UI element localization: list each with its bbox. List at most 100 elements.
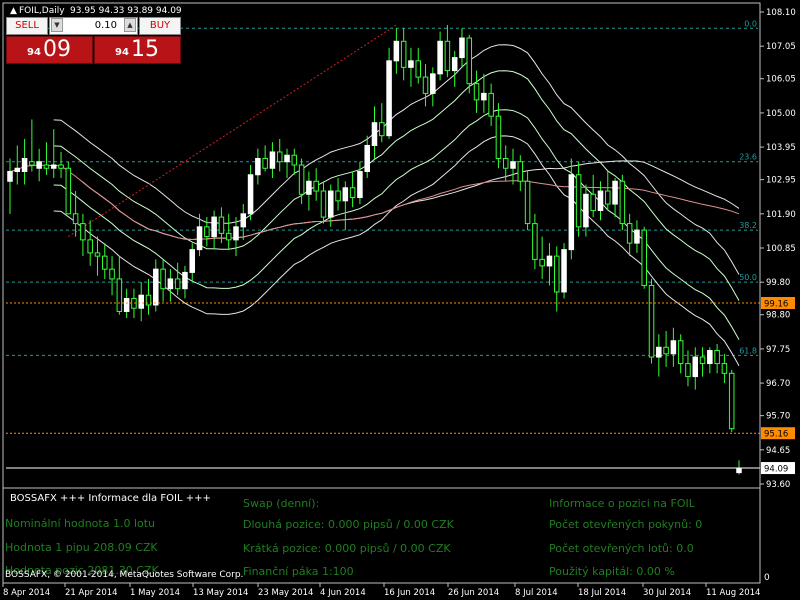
candle-body bbox=[692, 356, 699, 378]
x-tick-label: 4 Jun 2014 bbox=[320, 588, 366, 598]
candle-body bbox=[50, 164, 57, 169]
candle-body bbox=[422, 76, 429, 94]
candle-body bbox=[306, 180, 312, 195]
y-tick-label: 105.00 bbox=[766, 109, 796, 119]
y-tick-label: 95.70 bbox=[766, 412, 790, 422]
y-tick-label: 99.80 bbox=[766, 278, 790, 288]
candle-body bbox=[481, 92, 487, 101]
x-tick-label: 8 Jul 2014 bbox=[515, 588, 558, 598]
candle-body bbox=[357, 171, 363, 199]
fib-level-label: 23.6 bbox=[739, 153, 757, 162]
candle-body bbox=[728, 372, 735, 430]
lot-increase-icon[interactable]: ▲ bbox=[124, 18, 136, 32]
y-tick-label: 102.95 bbox=[766, 176, 796, 186]
candle-body bbox=[539, 258, 545, 267]
y-tick-label: 96.70 bbox=[766, 379, 790, 389]
candle-body bbox=[736, 467, 742, 474]
candle-body bbox=[94, 252, 101, 257]
candle-body bbox=[721, 363, 728, 374]
x-tick-label: 1 May 2014 bbox=[130, 588, 180, 598]
candle-body bbox=[663, 346, 669, 355]
candle-body bbox=[328, 190, 334, 218]
buy-price[interactable]: 94 15 bbox=[94, 36, 181, 64]
info-swap: Swap (denní): bbox=[243, 497, 320, 510]
candle-body bbox=[335, 190, 341, 202]
buy-price-small: 94 bbox=[115, 47, 129, 58]
chart-title: FOIL,Daily bbox=[19, 6, 65, 16]
candle-body bbox=[72, 213, 79, 225]
one-click-trade-panel: SELL 0.10 ▼ ▲ BUY 94 09 94 15 bbox=[6, 17, 181, 66]
y-tick-label: 101.90 bbox=[766, 210, 796, 220]
candle-body bbox=[379, 122, 385, 137]
candle-body bbox=[685, 363, 691, 378]
candle-body bbox=[7, 171, 13, 182]
y-tick-label: 107.05 bbox=[766, 42, 796, 52]
x-tick-label: 11 Aug 2014 bbox=[706, 588, 760, 598]
candle-body bbox=[123, 297, 130, 312]
candle-body bbox=[138, 294, 144, 309]
y-tick-label: 94.65 bbox=[766, 446, 790, 456]
candle-body bbox=[65, 167, 72, 215]
candle-body bbox=[619, 180, 626, 225]
candle-body bbox=[597, 190, 604, 212]
info-short: Krátká pozice: 0.000 pipsů / 0.00 CZK bbox=[243, 542, 451, 555]
lot-size-value: 0.10 bbox=[94, 20, 117, 31]
x-tick-label: 13 May 2014 bbox=[193, 588, 248, 598]
candle-body bbox=[233, 226, 239, 241]
candle-body bbox=[656, 346, 662, 358]
candle-body bbox=[400, 40, 407, 68]
candle-body bbox=[116, 278, 123, 312]
candle-body bbox=[707, 350, 713, 365]
fib-level-label: 50.0 bbox=[739, 273, 757, 282]
candle-body bbox=[415, 60, 421, 78]
candle-body bbox=[502, 157, 509, 169]
candle-body bbox=[298, 164, 305, 195]
candle-body bbox=[153, 268, 159, 306]
y-tick-label: 100.85 bbox=[766, 244, 796, 254]
symbol-arrow-icon[interactable]: ▲ bbox=[10, 6, 17, 16]
candle-body bbox=[430, 73, 436, 94]
candle-body bbox=[80, 223, 86, 241]
candle-body bbox=[14, 167, 21, 173]
candle-body bbox=[677, 340, 684, 365]
fib-level-label: 61.8 bbox=[739, 346, 757, 355]
candle-body bbox=[575, 174, 582, 228]
x-tick-label: 30 Jul 2014 bbox=[643, 588, 691, 598]
info-open-orders: Počet otevřených pokynů: 0 bbox=[549, 518, 703, 531]
candle-body bbox=[218, 216, 225, 234]
info-long: Dlouhá pozice: 0.000 pipsů / 0.00 CZK bbox=[243, 518, 454, 531]
x-tick-label: 23 May 2014 bbox=[258, 588, 313, 598]
candle-body bbox=[495, 115, 502, 159]
buy-button[interactable]: BUY bbox=[139, 17, 181, 35]
candle-body bbox=[160, 268, 166, 290]
candle-body bbox=[386, 60, 392, 137]
candle-body bbox=[444, 40, 451, 72]
candle-body bbox=[546, 255, 553, 267]
y-tick-label: 97.75 bbox=[766, 345, 790, 355]
x-tick-label: 16 Jun 2014 bbox=[384, 588, 435, 598]
candle-body bbox=[670, 340, 677, 355]
candle-body bbox=[590, 193, 596, 212]
lot-decrease-icon[interactable]: ▼ bbox=[51, 18, 63, 32]
info-used-capital: Použitý kapitál: 0.00 % bbox=[549, 565, 675, 578]
price-chart[interactable]: 0.0 23.6 38.2 50.0 61.8 99.16 95.16 94.09 108.… bbox=[0, 0, 800, 600]
sell-price-big: 09 bbox=[43, 37, 71, 62]
candle-body bbox=[349, 187, 356, 199]
info-nominal: Nominální hodnota 1.0 lotu bbox=[5, 517, 156, 530]
sell-price[interactable]: 94 09 bbox=[6, 36, 93, 64]
fib-level-label: 0.0 bbox=[744, 19, 757, 28]
info-header: BOSSAFX +++ Informace dla FOIL +++ bbox=[10, 493, 211, 504]
candle-body bbox=[87, 239, 93, 254]
ohlc-readout: 93.95 94.33 93.89 94.09 bbox=[70, 6, 182, 16]
candle-body bbox=[408, 60, 414, 68]
candle-body bbox=[473, 83, 480, 101]
candle-body bbox=[43, 164, 50, 169]
candle-body bbox=[291, 154, 298, 166]
y-tick-label: 108.10 bbox=[766, 8, 796, 18]
sell-button[interactable]: SELL bbox=[6, 17, 48, 35]
subwindow-zero-label: 0 bbox=[764, 573, 770, 583]
candle-body bbox=[371, 122, 378, 146]
sell-price-small: 94 bbox=[27, 47, 41, 58]
candle-body bbox=[648, 284, 655, 358]
info-leverage: Finanční páka 1:100 bbox=[243, 565, 354, 578]
